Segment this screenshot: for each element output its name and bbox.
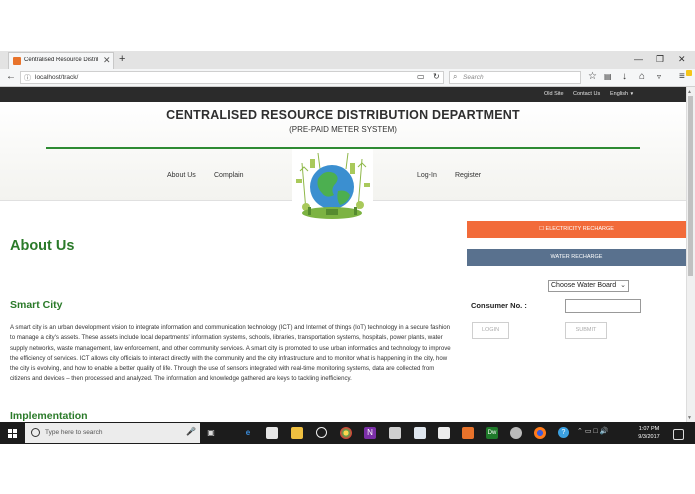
- scroll-down-icon[interactable]: ▼: [687, 415, 692, 421]
- network-icon[interactable]: □: [593, 428, 597, 435]
- smart-city-paragraph: A smart city is an urban development vis…: [10, 324, 451, 383]
- volume-icon[interactable]: 🔊: [600, 428, 609, 435]
- chevron-up-icon[interactable]: ⌃: [577, 428, 583, 435]
- star-icon[interactable]: ☆: [588, 71, 597, 82]
- smart-city-heading: Smart City: [10, 299, 63, 311]
- battery-icon[interactable]: ▭: [585, 428, 592, 435]
- calculator-icon[interactable]: [389, 427, 401, 439]
- window-close-icon[interactable]: ✕: [678, 54, 686, 65]
- language-select[interactable]: English ▼: [610, 91, 634, 97]
- mail-icon[interactable]: [414, 427, 426, 439]
- nav-log-in[interactable]: Log-In: [417, 172, 437, 179]
- address-bar[interactable]: ⓘ localhost/track/: [20, 71, 444, 84]
- pocket-icon[interactable]: ▿: [657, 72, 661, 81]
- clipboard-icon[interactable]: ▤: [604, 72, 612, 81]
- nav-complain[interactable]: Complain: [214, 172, 244, 179]
- dreamweaver-icon[interactable]: Dw: [486, 427, 498, 439]
- taskbar-search-input[interactable]: Type here to search 🎤: [25, 423, 200, 443]
- firefox-icon[interactable]: [534, 427, 546, 439]
- info-icon[interactable]: ⓘ: [24, 73, 31, 83]
- nav-register[interactable]: Register: [455, 172, 481, 179]
- page-title: CENTRALISED RESOURCE DISTRIBUTION DEPART…: [166, 108, 520, 122]
- consumer-number-label: Consumer No. :: [471, 301, 527, 310]
- browser-tab[interactable]: Centralised Resource Distrib ✕: [8, 52, 114, 69]
- taskbar-clock[interactable]: 1:07 PM 9/3/2017: [632, 425, 666, 441]
- search-icon: ⌕: [453, 72, 458, 81]
- microphone-icon[interactable]: 🎤: [186, 427, 196, 436]
- system-tray[interactable]: ⌃ ▭ □ 🔊: [577, 427, 608, 435]
- paint-icon[interactable]: [510, 427, 522, 439]
- media-player-icon[interactable]: [316, 427, 327, 438]
- edge-icon[interactable]: e: [242, 427, 254, 439]
- water-board-select[interactable]: Choose Water Board ⌄: [548, 280, 629, 292]
- chevron-down-icon: ⌄: [620, 282, 626, 289]
- search-input[interactable]: ⌕ Search: [449, 71, 581, 84]
- notepad-icon[interactable]: [438, 427, 450, 439]
- water-board-selected: Choose Water Board: [551, 282, 617, 289]
- chrome-icon[interactable]: [340, 427, 352, 439]
- back-icon[interactable]: ←: [6, 71, 16, 82]
- clock-date: 9/3/2017: [638, 434, 660, 440]
- close-tab-icon[interactable]: ✕: [103, 55, 111, 66]
- login-button[interactable]: LOGIN: [472, 322, 509, 339]
- clock-time: 1:07 PM: [638, 426, 660, 432]
- cortana-icon: [31, 428, 40, 437]
- menu-icon[interactable]: ≡: [679, 71, 685, 82]
- action-center-icon[interactable]: [673, 429, 684, 440]
- maximize-icon[interactable]: ❐: [656, 54, 664, 65]
- reader-icon[interactable]: ▭: [417, 72, 425, 81]
- globe-logo-icon: [292, 149, 373, 223]
- onenote-icon[interactable]: N: [364, 427, 376, 439]
- tab-title: Centralised Resource Distrib: [24, 57, 98, 63]
- help-icon[interactable]: ?: [558, 427, 569, 438]
- contact-us-link[interactable]: Contact Us: [573, 91, 600, 97]
- consumer-number-input[interactable]: [565, 299, 641, 313]
- page-subtitle: (PRE-PAID METER SYSTEM): [289, 125, 397, 134]
- scrollbar-thumb[interactable]: [688, 96, 693, 276]
- store-icon[interactable]: [266, 427, 278, 439]
- old-site-link[interactable]: Old Site: [544, 91, 564, 97]
- language-label: English: [610, 91, 629, 97]
- file-explorer-icon[interactable]: [291, 427, 303, 439]
- about-us-heading: About Us: [10, 238, 75, 254]
- nav-about-us[interactable]: About Us: [167, 172, 196, 179]
- caret-down-icon: ▼: [629, 91, 635, 96]
- windows-start-icon[interactable]: [8, 429, 17, 438]
- notification-badge: [686, 70, 692, 76]
- search-placeholder: Search: [463, 74, 484, 81]
- electricity-recharge-label: ELECTRICITY RECHARGE: [545, 226, 614, 232]
- home-icon[interactable]: ⌂: [639, 71, 645, 82]
- taskbar-search-placeholder: Type here to search: [45, 429, 103, 436]
- electricity-recharge-button[interactable]: ☐ ELECTRICITY RECHARGE: [467, 221, 686, 238]
- download-icon[interactable]: ↓: [622, 71, 627, 82]
- submit-button[interactable]: SUBMIT: [565, 322, 607, 339]
- reload-icon[interactable]: ↻: [433, 72, 440, 81]
- bolt-icon: ☐: [539, 226, 545, 232]
- scroll-up-icon[interactable]: ▲: [687, 89, 692, 95]
- new-tab-icon[interactable]: +: [119, 53, 125, 65]
- implementation-heading: Implementation: [10, 410, 88, 422]
- xampp-icon[interactable]: [462, 427, 474, 439]
- favicon-icon: [13, 57, 21, 65]
- url-text: localhost/track/: [35, 74, 79, 81]
- water-recharge-button[interactable]: WATER RECHARGE: [467, 249, 686, 266]
- task-view-icon[interactable]: ▣: [205, 427, 217, 439]
- minimize-icon[interactable]: —: [634, 54, 643, 64]
